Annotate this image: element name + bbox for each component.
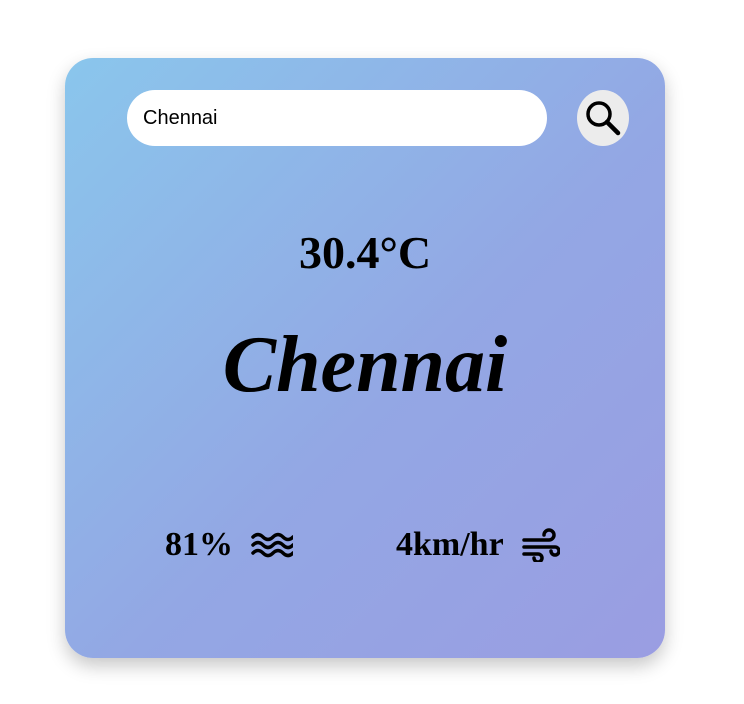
wind-speed-value: 4km/hr xyxy=(396,526,504,563)
humidity-waves-icon xyxy=(251,530,293,560)
humidity-stat: 81% xyxy=(165,522,293,568)
humidity-value: 81% xyxy=(165,526,233,563)
search-button[interactable] xyxy=(577,90,629,146)
city-search-input[interactable] xyxy=(127,90,547,146)
temperature-value: 30.4°C xyxy=(298,227,432,278)
search-icon xyxy=(584,99,622,137)
wind-stat: 4km/hr xyxy=(396,522,560,568)
city-name: Chennai xyxy=(222,321,508,409)
weather-card: 30.4°C Chennai 81% 4km/hr xyxy=(65,58,665,658)
wind-icon xyxy=(521,528,560,562)
